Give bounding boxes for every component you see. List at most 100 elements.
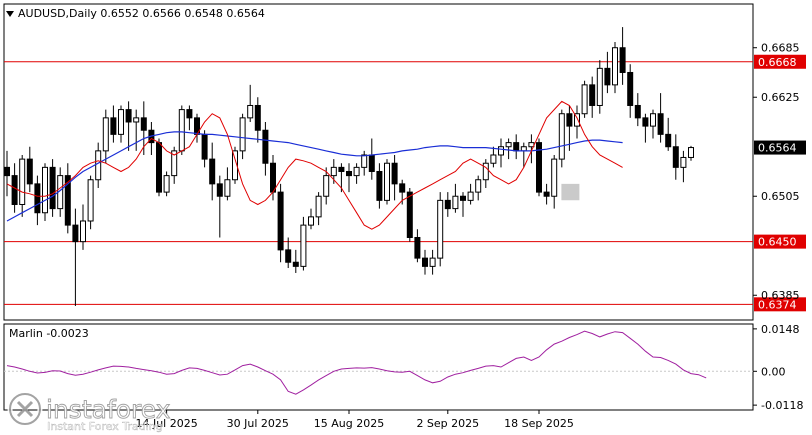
x-tick-label: 15 Aug 2025: [314, 417, 384, 430]
candle-body: [102, 117, 109, 152]
candle-body: [19, 158, 26, 205]
candle-body: [490, 154, 497, 164]
candle-body: [657, 113, 664, 135]
candle-body: [239, 117, 246, 152]
oscillator-title: Marlin -0.0023: [9, 327, 89, 340]
candle[interactable]: [581, 80, 588, 118]
candle-body: [589, 84, 596, 106]
candle-body: [353, 166, 360, 177]
candle-body: [612, 47, 618, 86]
candle-body: [634, 104, 641, 119]
candle-body: [650, 113, 656, 127]
candle-body: [216, 183, 223, 197]
candle-body: [201, 133, 208, 160]
candle-body: [422, 257, 428, 267]
candle[interactable]: [49, 159, 56, 217]
candle-body: [42, 166, 48, 214]
candle-body: [49, 166, 56, 210]
candle[interactable]: [384, 159, 390, 205]
candle-body: [125, 109, 132, 123]
candle-body: [72, 224, 79, 243]
y-tick-label: 0.6505: [761, 190, 800, 203]
candle[interactable]: [87, 175, 94, 230]
candle-body: [4, 166, 10, 177]
candle-body: [452, 195, 459, 210]
main-pane-frame: [3, 3, 754, 321]
candle-body: [391, 162, 398, 185]
candle-body: [627, 71, 634, 106]
x-tick-label: 2 Sep 2025: [416, 417, 479, 430]
candle-body: [361, 154, 368, 168]
candle[interactable]: [596, 60, 603, 114]
symbol-header: AUDUSD,Daily 0.6552 0.6566 0.6548 0.6564: [18, 7, 265, 20]
candle[interactable]: [558, 109, 565, 168]
watermark-logo: instaforex Instant Forex Trading: [7, 391, 171, 433]
candle[interactable]: [536, 138, 542, 197]
candle-body: [368, 154, 375, 172]
candle-body: [460, 195, 466, 201]
candle-body: [520, 146, 527, 152]
osc-y-tick-label: 0.0148: [761, 323, 800, 336]
candle[interactable]: [300, 216, 307, 271]
x-tick-label: 30 Jul 2025: [227, 417, 289, 430]
candle-body: [498, 146, 504, 156]
y-tick-label: 0.6685: [761, 42, 800, 55]
candle-body: [543, 191, 550, 197]
candle-body: [384, 162, 390, 201]
candle-body: [513, 142, 520, 152]
candle-body: [262, 129, 269, 164]
candle-body: [581, 84, 588, 115]
candle-body: [619, 47, 626, 73]
candle-body: [688, 147, 694, 158]
candle-body: [315, 195, 322, 218]
x-tick-label: 18 Sep 2025: [504, 417, 574, 430]
candle-body: [133, 117, 140, 123]
candle-body: [665, 133, 672, 148]
candle[interactable]: [156, 138, 162, 197]
candle-body: [247, 104, 254, 119]
y-tick-label: 0.6625: [761, 91, 800, 104]
candle-body: [80, 220, 86, 243]
chart-canvas: 0.66680.64500.63740.65640.66850.66250.65…: [3, 3, 806, 433]
candle-body: [270, 162, 276, 193]
watermark-tagline: Instant Forex Trading: [47, 420, 163, 433]
candle[interactable]: [178, 105, 185, 155]
candle-body: [642, 117, 649, 127]
candle-body: [209, 158, 216, 185]
candle-body: [505, 142, 512, 148]
candle-body: [596, 67, 603, 106]
candle-body: [11, 175, 18, 205]
candle-body: [399, 183, 406, 193]
candle[interactable]: [437, 192, 444, 267]
candle-body: [482, 162, 489, 181]
candle-body: [376, 170, 383, 201]
candle-body: [118, 109, 124, 135]
candle-body: [346, 170, 352, 177]
candle-body: [338, 166, 345, 172]
candle-body: [308, 216, 314, 226]
candle[interactable]: [42, 163, 48, 221]
candle-body: [285, 249, 292, 263]
candle-body: [156, 142, 162, 193]
candle-body: [110, 117, 117, 135]
candle-body: [551, 158, 558, 197]
candle-body: [437, 199, 444, 259]
y-tick-label: 0.6385: [761, 289, 800, 302]
candle-body: [680, 156, 687, 168]
candle-body: [566, 113, 573, 127]
candle-body: [467, 191, 474, 201]
candle-body: [87, 179, 94, 222]
level-label: 0.6450: [758, 236, 797, 249]
candle-body: [406, 191, 413, 238]
level-label: 0.6668: [758, 56, 797, 69]
candle[interactable]: [163, 171, 170, 197]
osc-y-tick-label: -0.0118: [761, 399, 803, 412]
candle-body: [34, 183, 41, 214]
candle-body: [330, 166, 337, 177]
candle-body: [163, 175, 170, 193]
candle-body: [323, 175, 330, 197]
candle-body: [444, 199, 451, 210]
candle-body: [140, 117, 147, 131]
highlight-box: [561, 183, 580, 201]
candle-body: [429, 257, 436, 267]
